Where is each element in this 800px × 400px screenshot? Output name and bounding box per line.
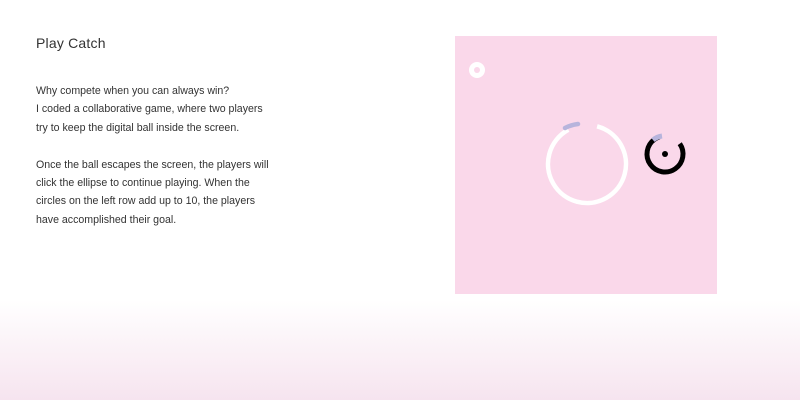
ball-ring-highlight bbox=[651, 133, 663, 143]
description-line: click the ellipse to continue playing. W… bbox=[36, 177, 250, 190]
game-scene bbox=[469, 62, 690, 212]
catch-ring-track[interactable] bbox=[539, 116, 635, 212]
description-paragraph-2: Once the ball escapes the screen, the pl… bbox=[36, 156, 306, 230]
game-canvas[interactable] bbox=[455, 36, 717, 294]
description-line: Once the ball escapes the screen, the pl… bbox=[36, 158, 269, 171]
score-circle bbox=[469, 62, 485, 78]
description-line: Why compete when you can always win? bbox=[36, 85, 230, 97]
description-line: circles on the left row add up to 10, th… bbox=[36, 195, 256, 208]
page-title: Play Catch bbox=[36, 35, 106, 51]
description-paragraph-1: Why compete when you can always win? I c… bbox=[36, 82, 306, 137]
catch-ring-highlight bbox=[562, 121, 581, 131]
bottom-gradient bbox=[0, 300, 800, 400]
ball[interactable] bbox=[640, 129, 690, 179]
catch-ring[interactable] bbox=[539, 116, 635, 212]
description-line: try to keep the digital ball inside the … bbox=[36, 121, 240, 134]
score-circle-dot bbox=[474, 67, 480, 73]
description-line: have accomplished their goal. bbox=[36, 213, 177, 226]
description-line: I coded a collaborative game, where two … bbox=[36, 103, 263, 116]
ball-center bbox=[662, 151, 668, 157]
project-description: Why compete when you can always win? I c… bbox=[36, 82, 306, 248]
